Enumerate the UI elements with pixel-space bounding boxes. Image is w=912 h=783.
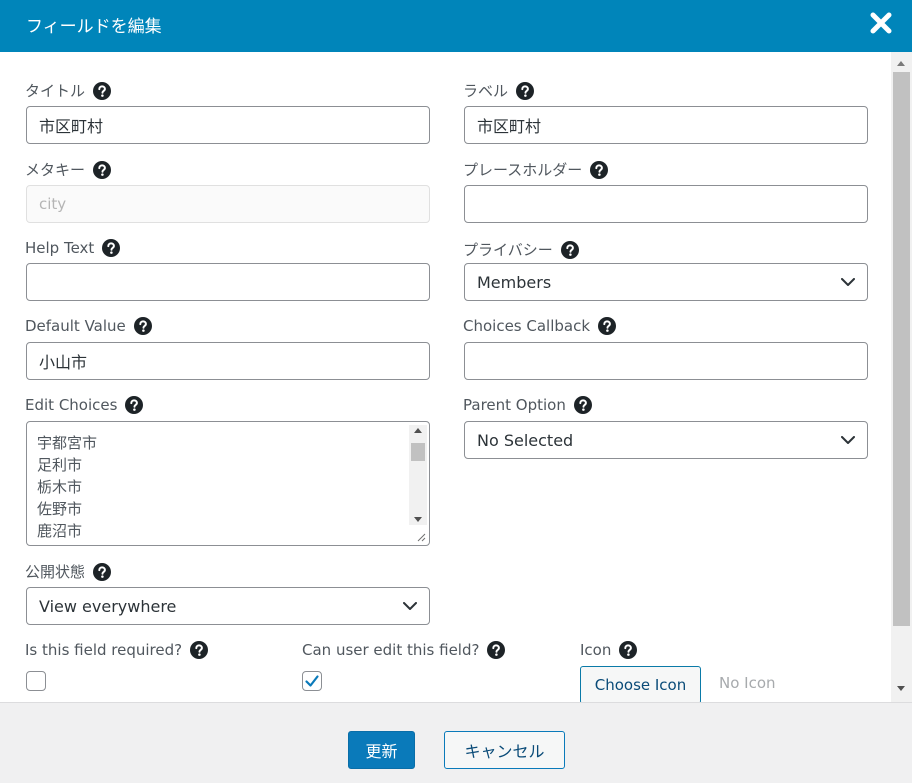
title-label: タイトル bbox=[25, 80, 112, 101]
cancel-button[interactable]: キャンセル bbox=[444, 731, 565, 769]
scroll-up-arrow[interactable] bbox=[897, 61, 905, 66]
help-icon[interactable] bbox=[125, 396, 144, 414]
help-icon[interactable] bbox=[133, 317, 152, 335]
chevron-down-icon bbox=[403, 601, 417, 610]
choice-item: 足利市 bbox=[37, 456, 83, 474]
help-icon[interactable] bbox=[190, 641, 209, 659]
help-icon[interactable] bbox=[590, 160, 609, 179]
textarea-scrollbar[interactable] bbox=[409, 425, 427, 525]
resize-grip-icon[interactable] bbox=[416, 532, 426, 542]
parent-option-select[interactable]: No Selected bbox=[464, 421, 868, 459]
chevron-down-icon bbox=[841, 435, 855, 444]
choice-item: 佐野市 bbox=[37, 500, 83, 518]
close-icon[interactable] bbox=[868, 10, 894, 36]
privacy-select[interactable]: Members bbox=[464, 263, 868, 301]
choices-callback-label: Choices Callback bbox=[463, 317, 617, 335]
scroll-up-arrow[interactable] bbox=[414, 428, 422, 433]
choices-callback-input[interactable] bbox=[464, 342, 868, 380]
help-icon[interactable] bbox=[102, 239, 121, 257]
scroll-down-arrow[interactable] bbox=[414, 517, 422, 522]
placeholder-input[interactable] bbox=[464, 185, 868, 223]
required-checkbox[interactable] bbox=[26, 671, 46, 691]
scroll-thumb[interactable] bbox=[411, 443, 425, 461]
editable-label: Can user edit this field? bbox=[302, 641, 506, 659]
editable-checkbox[interactable] bbox=[302, 671, 322, 691]
no-icon-text: No Icon bbox=[719, 674, 776, 692]
edit-choices-textarea[interactable]: 宇都宮市 足利市 栃木市 佐野市 鹿沼市 bbox=[26, 421, 430, 546]
checkmark-icon bbox=[305, 675, 319, 687]
default-value-label: Default Value bbox=[25, 317, 152, 335]
modal-scrollbar[interactable] bbox=[891, 52, 912, 702]
choice-item: 栃木市 bbox=[37, 478, 83, 496]
default-value-input[interactable]: 小山市 bbox=[26, 342, 430, 380]
visibility-select[interactable]: View everywhere bbox=[26, 587, 430, 625]
help-icon[interactable] bbox=[93, 81, 112, 100]
edit-choices-label: Edit Choices bbox=[25, 396, 144, 414]
modal-body: タイトル 市区町村 ラベル 市区町村 メタキー city プレースホルダー He… bbox=[0, 52, 912, 702]
modal-header: フィールドを編集 bbox=[0, 0, 912, 52]
modal-footer: 更新 キャンセル bbox=[0, 702, 912, 783]
help-icon[interactable] bbox=[598, 317, 617, 335]
icon-label: Icon bbox=[580, 641, 638, 659]
scroll-thumb[interactable] bbox=[893, 72, 910, 626]
title-input[interactable]: 市区町村 bbox=[26, 106, 430, 144]
meta-key-label: メタキー bbox=[25, 159, 112, 180]
label-input[interactable]: 市区町村 bbox=[464, 106, 868, 144]
chevron-down-icon bbox=[841, 277, 855, 286]
help-icon[interactable] bbox=[560, 240, 579, 259]
placeholder-label: プレースホルダー bbox=[463, 159, 609, 180]
help-text-input[interactable] bbox=[26, 263, 430, 301]
label-label: ラベル bbox=[463, 80, 535, 101]
help-icon[interactable] bbox=[516, 81, 535, 100]
parent-option-label: Parent Option bbox=[463, 396, 592, 414]
help-icon[interactable] bbox=[487, 641, 506, 659]
choose-icon-button[interactable]: Choose Icon bbox=[580, 666, 701, 702]
meta-key-input: city bbox=[26, 185, 430, 223]
help-icon[interactable] bbox=[93, 160, 112, 179]
modal-title: フィールドを編集 bbox=[26, 17, 162, 37]
choice-item: 宇都宮市 bbox=[37, 434, 98, 452]
help-icon[interactable] bbox=[573, 396, 592, 414]
required-label: Is this field required? bbox=[25, 641, 209, 659]
visibility-label: 公開状態 bbox=[25, 561, 112, 582]
help-icon[interactable] bbox=[619, 641, 638, 659]
help-icon[interactable] bbox=[93, 562, 112, 581]
choices-list: 宇都宮市 足利市 栃木市 佐野市 鹿沼市 bbox=[37, 432, 97, 542]
help-text-label: Help Text bbox=[25, 239, 121, 257]
scroll-down-arrow[interactable] bbox=[897, 686, 905, 691]
privacy-label: プライバシー bbox=[463, 239, 579, 260]
update-button[interactable]: 更新 bbox=[348, 731, 415, 769]
choice-item: 鹿沼市 bbox=[37, 522, 83, 540]
